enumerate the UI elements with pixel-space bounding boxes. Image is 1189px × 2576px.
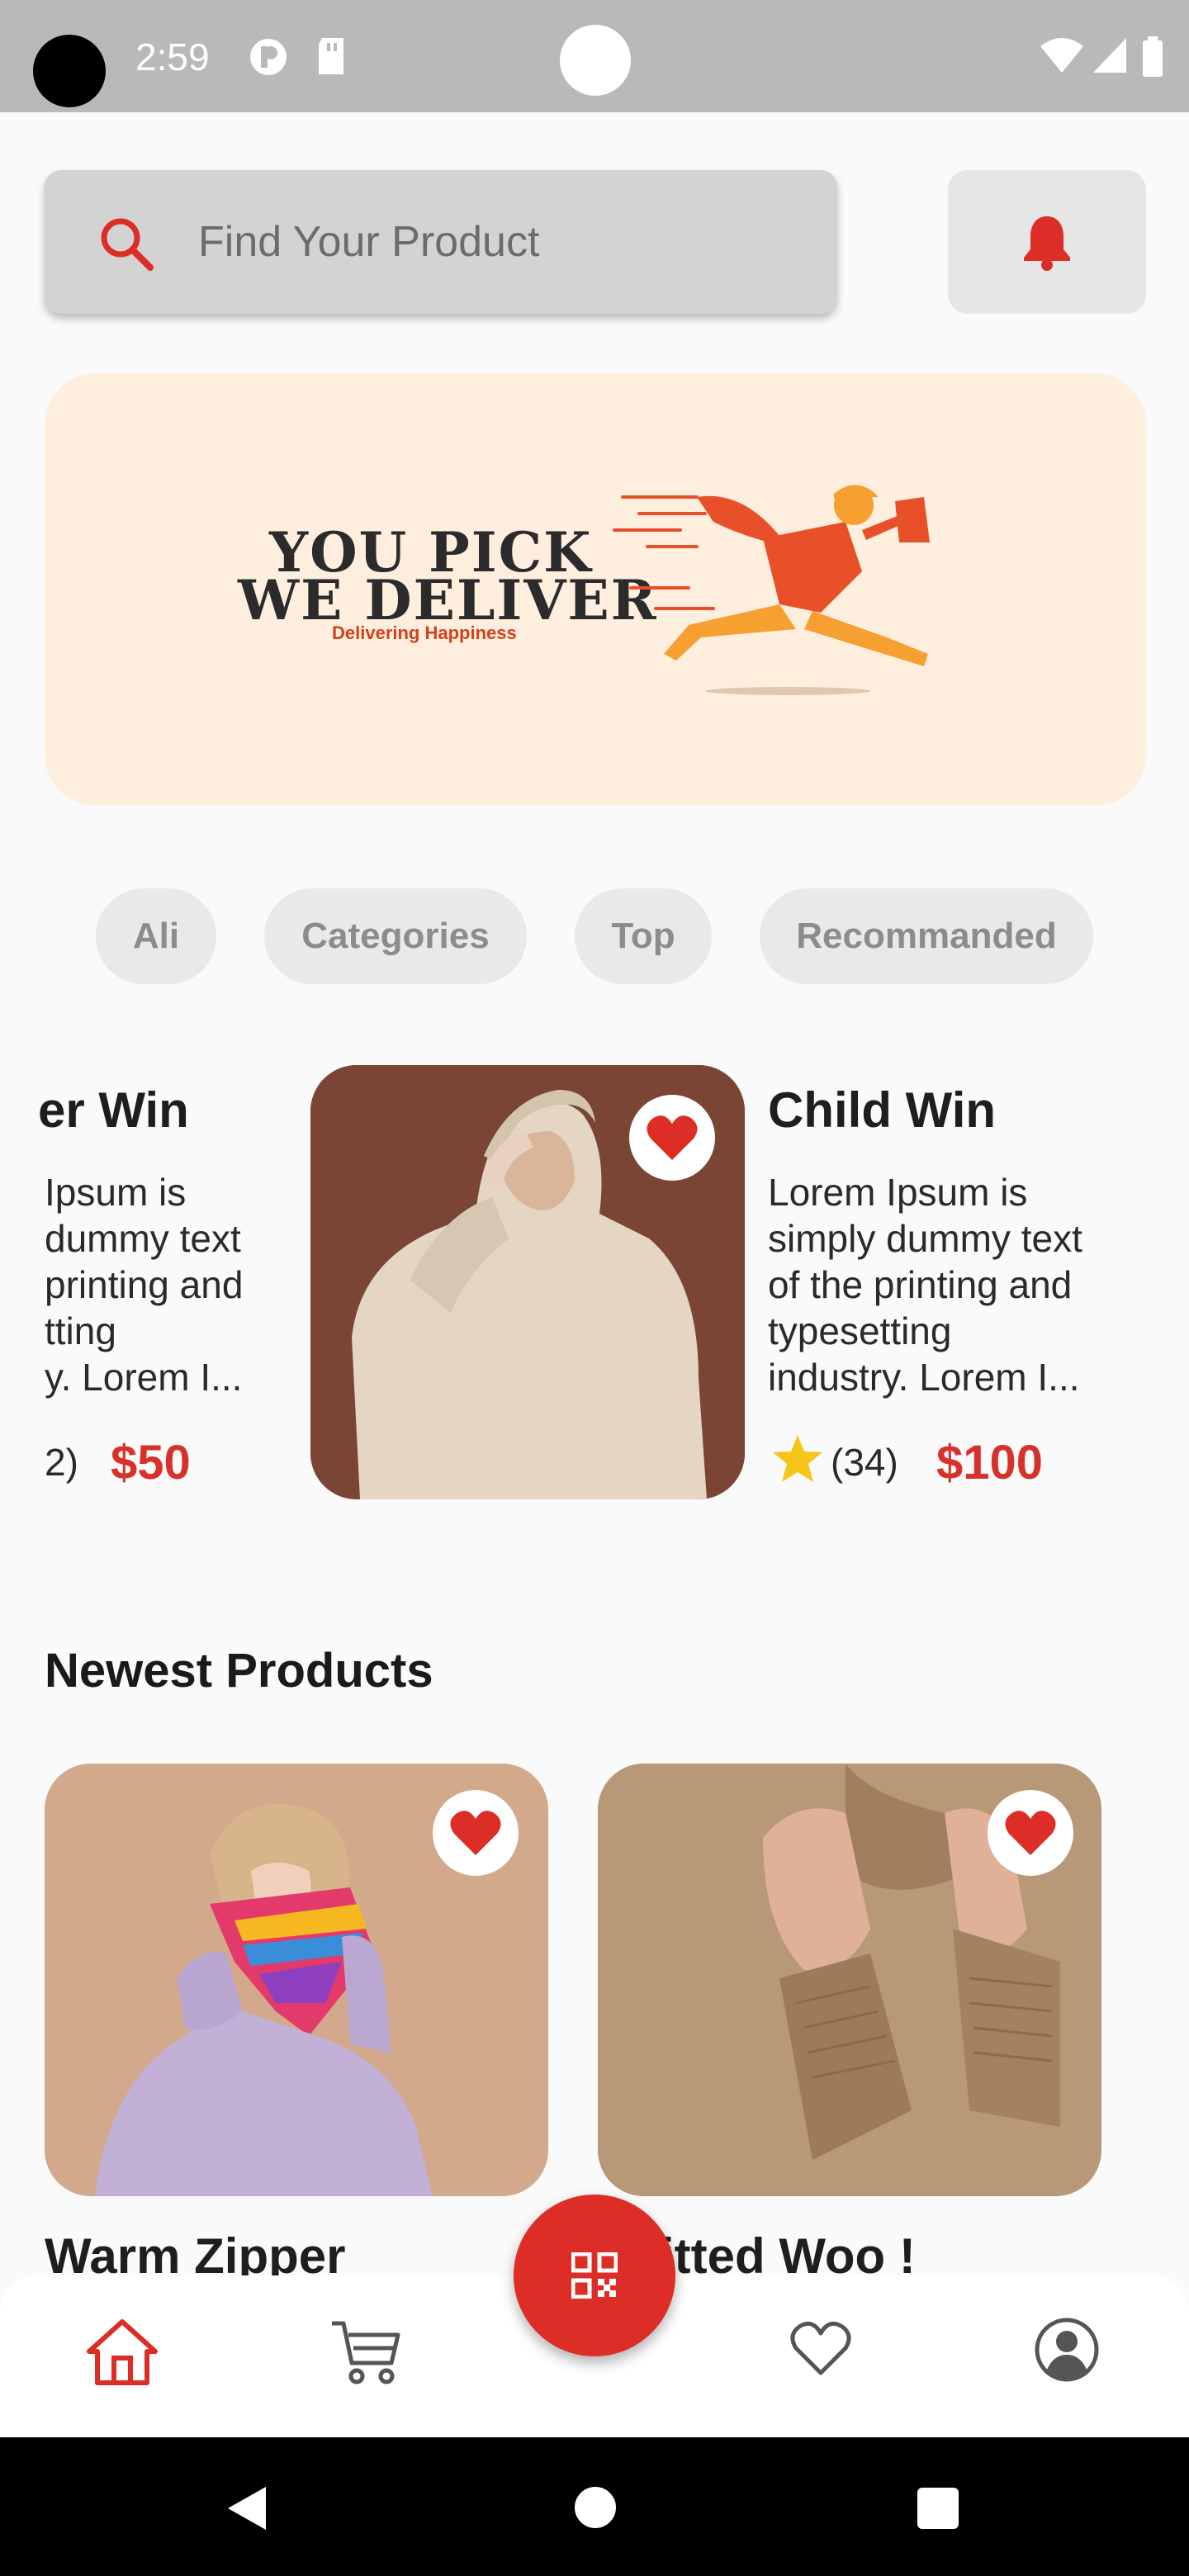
qr-scan-button[interactable] [514,2195,675,2356]
star-icon [773,1435,822,1482]
search-input[interactable] [198,213,793,271]
featured-title: Child Win [768,1082,997,1138]
system-navigation-bar [0,2437,1189,2576]
back-icon[interactable] [225,2485,269,2531]
price: $50 [111,1436,191,1489]
featured-title: er Win [38,1082,189,1138]
home-icon[interactable] [86,2317,159,2386]
desc-line: simply dummy text [768,1217,1082,1260]
signal-icon [1093,38,1126,73]
rating-count: 2) [45,1441,78,1484]
bell-icon [1024,216,1070,271]
front-camera-pill [560,25,631,96]
desc-line: Lorem Ipsum is [768,1171,1028,1214]
search-bar[interactable] [45,170,837,314]
heart-filled-icon [1005,1811,1056,1855]
tab-categories[interactable]: Categories [264,888,527,984]
home-circle-icon[interactable] [573,2485,618,2530]
search-icon [101,218,154,271]
banner-tagline: Delivering Happiness [332,623,517,643]
app-notification-icon [250,39,287,75]
section-title-newest: Newest Products [45,1644,433,1698]
status-bar: 2:59 [0,0,1189,112]
tab-ali[interactable]: Ali [96,888,216,984]
wifi-icon [1040,38,1083,73]
recents-icon[interactable] [917,2487,959,2530]
desc-line: industry. Lorem I... [768,1356,1080,1399]
heart-filled-icon [450,1811,501,1855]
delivery-runner-illustration [613,485,930,695]
heart-filled-icon [647,1115,698,1160]
tab-recommended[interactable]: Recommanded [760,888,1093,984]
favorite-button[interactable] [988,1790,1073,1876]
camera-cutout [33,35,106,107]
desc-line: typesetting [768,1309,952,1352]
featured-desc: Lorem Ipsum is simply dummy text of the … [768,1169,1181,1400]
status-time: 2:59 [135,36,210,78]
battery-icon [1143,36,1163,77]
cart-icon[interactable] [329,2317,403,2386]
rating-count: (34) [831,1441,898,1484]
sd-card-icon [319,38,343,74]
notifications-button[interactable] [948,170,1146,314]
profile-icon[interactable] [1034,2317,1100,2383]
promo-banner[interactable]: YOU PICK WE DELIVER Delivering Happiness [45,373,1146,806]
favorite-button[interactable] [629,1095,715,1181]
heart-outline-icon[interactable] [789,2320,852,2378]
price: $100 [936,1436,1044,1489]
favorite-button[interactable] [433,1790,519,1876]
tab-top[interactable]: Top [575,888,712,984]
desc-line: of the printing and [768,1263,1073,1306]
qr-code-icon [571,2252,618,2299]
